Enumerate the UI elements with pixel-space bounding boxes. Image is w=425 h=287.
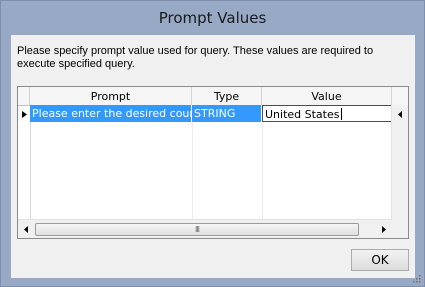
column-header-value[interactable]: Value (262, 87, 392, 105)
prompt-values-dialog: Prompt Values Please specify prompt valu… (0, 0, 425, 287)
cell-value-text: United States (265, 108, 340, 121)
vertical-scrollbar[interactable] (391, 105, 408, 222)
title-bar[interactable]: Prompt Values (1, 1, 424, 35)
resize-grip-icon[interactable] (413, 275, 421, 283)
triangle-left-icon (398, 110, 402, 118)
scroll-left-icon (24, 225, 28, 233)
dialog-title: Prompt Values (158, 9, 267, 27)
scrollbar-corner (392, 220, 408, 238)
horizontal-scrollbar[interactable]: III (18, 219, 392, 238)
column-header-type[interactable]: Type (192, 87, 262, 105)
column-divider-prompt (192, 123, 193, 222)
row-indicator-icon (21, 110, 27, 118)
row-header-column (18, 123, 31, 222)
column-divider-type (262, 123, 263, 222)
scroll-left-button[interactable] (18, 220, 34, 238)
text-caret (340, 108, 342, 120)
scroll-thumb-grip: III (194, 224, 200, 234)
ok-button[interactable]: OK (351, 249, 409, 271)
scroll-left-arrow-top[interactable] (392, 105, 408, 123)
grid-header: Prompt Type Value (18, 87, 408, 106)
table-row[interactable]: Please enter the desired country STRING … (18, 105, 392, 123)
instructions-text: Please specify prompt value used for que… (17, 45, 374, 70)
scroll-right-icon (382, 225, 386, 233)
row-header-corner (18, 87, 30, 105)
prompt-grid[interactable]: Prompt Type Value Please enter the desir… (17, 86, 409, 239)
column-header-prompt[interactable]: Prompt (30, 87, 192, 105)
cell-type[interactable]: STRING (192, 105, 262, 122)
cell-prompt[interactable]: Please enter the desired country (30, 105, 192, 122)
cell-value-editor[interactable]: United States (262, 105, 392, 122)
scroll-right-button[interactable] (376, 220, 392, 238)
horizontal-scroll-thumb[interactable]: III (35, 223, 359, 236)
dialog-client-area: Please specify prompt value used for que… (11, 35, 415, 278)
